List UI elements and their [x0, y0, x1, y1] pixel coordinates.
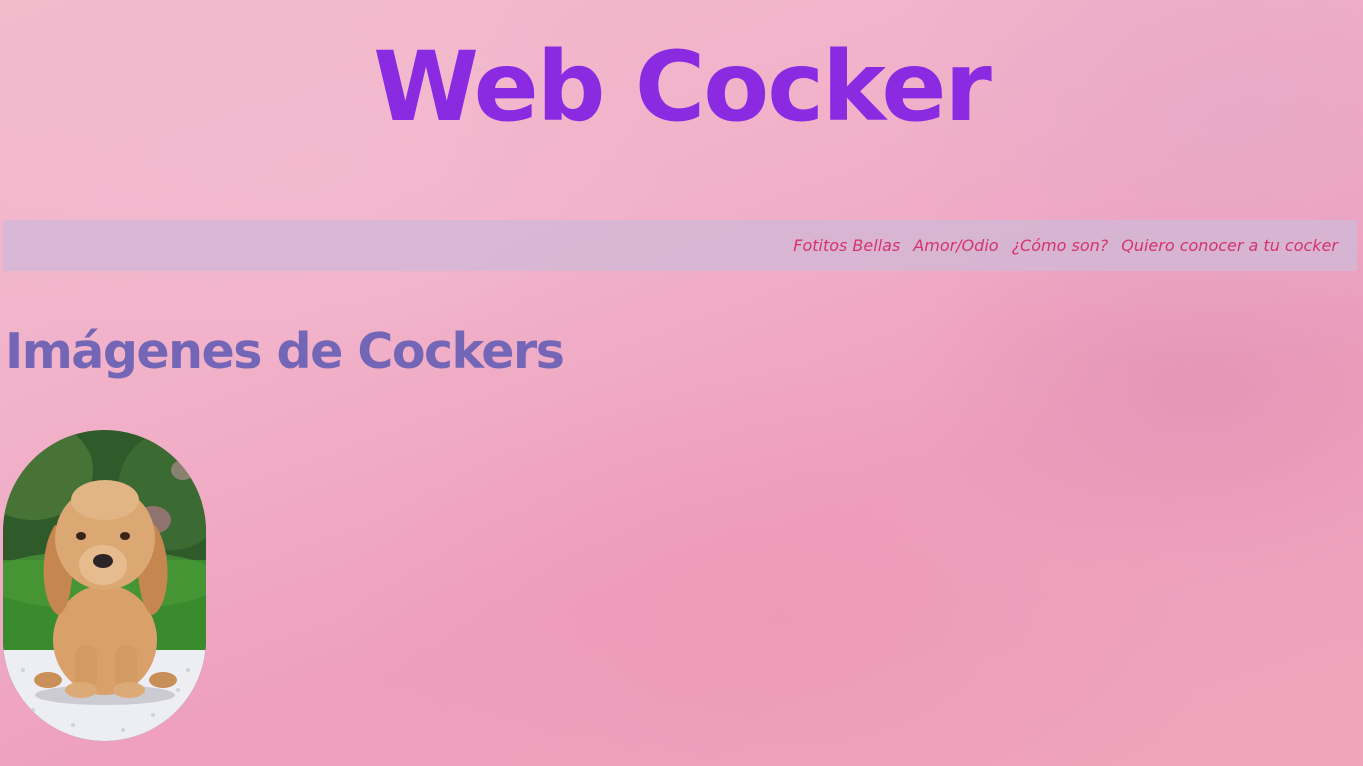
site-title: Web Cocker [373, 31, 992, 143]
cocker-puppy-photo [3, 430, 206, 741]
nav-link-amor-odio[interactable]: Amor/Odio [913, 236, 998, 255]
nav-bar: Fotitos Bellas Amor/Odio ¿Cómo son? Quie… [3, 220, 1357, 271]
nav-link-quiero-conocer[interactable]: Quiero conocer a tu cocker [1121, 236, 1338, 255]
nav-link-como-son[interactable]: ¿Cómo son? [1012, 236, 1109, 255]
section-heading: Imágenes de Cockers [5, 323, 565, 380]
nav-link-fotitos-bellas[interactable]: Fotitos Bellas [793, 236, 900, 255]
